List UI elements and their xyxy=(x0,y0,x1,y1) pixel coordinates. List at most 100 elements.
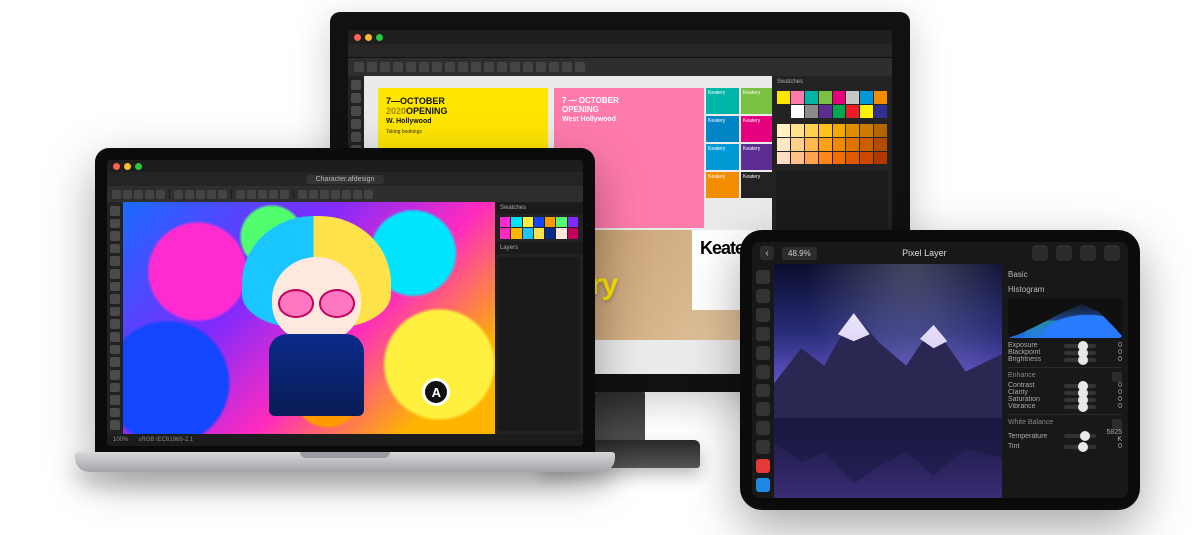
menu-bar[interactable] xyxy=(348,44,892,58)
slider-brightness[interactable]: Brightness0 xyxy=(1008,356,1122,363)
corner-button[interactable] xyxy=(145,190,154,199)
distribute-button[interactable] xyxy=(549,62,559,72)
layers-panel[interactable] xyxy=(498,257,580,431)
swatch[interactable] xyxy=(833,105,846,118)
traffic-lights[interactable] xyxy=(354,34,383,41)
slider-track[interactable] xyxy=(1064,391,1096,395)
search-icon[interactable] xyxy=(1080,245,1096,261)
gradient-button[interactable] xyxy=(445,62,455,72)
brand-swatch[interactable]: Keatery xyxy=(706,144,739,170)
zoom-indicator[interactable]: 48.9% xyxy=(782,247,817,260)
text-tool[interactable] xyxy=(756,440,770,454)
artboard-tool[interactable] xyxy=(110,395,120,405)
mask-icon[interactable] xyxy=(1056,245,1072,261)
slider-track[interactable] xyxy=(1064,434,1096,438)
swatch[interactable] xyxy=(523,217,533,227)
swatch[interactable] xyxy=(819,124,832,137)
artboard-swatches-a[interactable]: KeateryKeateryKeateryKeateryKeateryKeate… xyxy=(706,88,772,198)
swatch[interactable] xyxy=(874,105,887,118)
minimize-icon[interactable] xyxy=(124,163,131,170)
zoom-button[interactable] xyxy=(269,190,278,199)
document-tab[interactable]: Character.afdesign xyxy=(107,172,583,186)
select-button[interactable] xyxy=(112,190,121,199)
brand-swatch[interactable]: Keatery xyxy=(741,144,772,170)
swatch[interactable] xyxy=(860,91,873,104)
pen-button[interactable] xyxy=(419,62,429,72)
boolean-subtract-button[interactable] xyxy=(342,190,351,199)
pencil-button[interactable] xyxy=(174,190,183,199)
crop-button[interactable] xyxy=(258,190,267,199)
slider-clarity[interactable]: Clarity0 xyxy=(1008,389,1122,396)
align-center-button[interactable] xyxy=(523,62,533,72)
node-tool[interactable] xyxy=(110,219,120,229)
swatch[interactable] xyxy=(860,138,873,151)
swatch[interactable] xyxy=(833,138,846,151)
boolean-intersect-button[interactable] xyxy=(353,190,362,199)
artboard-tool[interactable] xyxy=(351,93,361,103)
traffic-lights[interactable] xyxy=(113,163,142,170)
boolean-add-button[interactable] xyxy=(331,190,340,199)
swatch[interactable] xyxy=(500,217,510,227)
move-tool[interactable] xyxy=(756,270,770,284)
export-button[interactable] xyxy=(497,62,507,72)
rectangle-tool[interactable] xyxy=(110,319,120,329)
swatch[interactable] xyxy=(833,91,846,104)
swatch[interactable] xyxy=(860,105,873,118)
move-button[interactable] xyxy=(123,190,132,199)
vector-brush-tool[interactable] xyxy=(110,269,120,279)
swatch[interactable] xyxy=(846,91,859,104)
brush-button[interactable] xyxy=(185,190,194,199)
select-button[interactable] xyxy=(354,62,364,72)
swatch[interactable] xyxy=(777,152,790,165)
color-bg-tool[interactable] xyxy=(756,478,770,492)
close-icon[interactable] xyxy=(354,34,361,41)
dodge-tool[interactable] xyxy=(756,384,770,398)
swatch[interactable] xyxy=(511,228,521,238)
swatch[interactable] xyxy=(545,228,555,238)
pencil-tool[interactable] xyxy=(351,119,361,129)
slider-exposure[interactable]: Exposure0 xyxy=(1008,342,1122,349)
pen-tool[interactable] xyxy=(110,231,120,241)
selection-tool[interactable] xyxy=(756,289,770,303)
swatch[interactable] xyxy=(534,217,544,227)
swatch[interactable] xyxy=(874,124,887,137)
slider-tint[interactable]: Tint0 xyxy=(1008,443,1122,450)
slider-track[interactable] xyxy=(1064,405,1096,409)
node-button[interactable] xyxy=(134,190,143,199)
pencil-tool[interactable] xyxy=(110,244,120,254)
slider-blackpoint[interactable]: Blackpoint0 xyxy=(1008,349,1122,356)
swatch[interactable] xyxy=(777,91,790,104)
boolean-xor-button[interactable] xyxy=(364,190,373,199)
swatch[interactable] xyxy=(777,105,790,118)
slider-track[interactable] xyxy=(1064,344,1096,348)
zoom-icon[interactable] xyxy=(135,163,142,170)
fill-button[interactable] xyxy=(196,190,205,199)
slider-vibrance[interactable]: Vibrance0 xyxy=(1008,403,1122,410)
rounded-rect-tool[interactable] xyxy=(110,345,120,355)
ungroup-button[interactable] xyxy=(575,62,585,72)
swatch[interactable] xyxy=(874,91,887,104)
clone-tool[interactable] xyxy=(756,346,770,360)
swatch[interactable] xyxy=(545,217,555,227)
zoom-icon[interactable] xyxy=(376,34,383,41)
text-tool[interactable] xyxy=(110,383,120,393)
canvas[interactable] xyxy=(774,264,1002,498)
swatch[interactable] xyxy=(805,138,818,151)
slider-track[interactable] xyxy=(1064,384,1096,388)
gradient-button[interactable] xyxy=(207,190,216,199)
crop-tool[interactable] xyxy=(756,308,770,322)
swatch[interactable] xyxy=(819,105,832,118)
slider-knob[interactable] xyxy=(1078,355,1088,365)
swatch[interactable] xyxy=(805,91,818,104)
swatches-orange-grid[interactable] xyxy=(772,121,892,168)
brand-swatch[interactable]: Keatery xyxy=(741,172,772,198)
swatch[interactable] xyxy=(874,138,887,151)
slider-knob[interactable] xyxy=(1080,431,1090,441)
node-button[interactable] xyxy=(367,62,377,72)
group-enhance[interactable]: Enhance xyxy=(1008,367,1122,382)
slider-saturation[interactable]: Saturation0 xyxy=(1008,396,1122,403)
shape-button[interactable] xyxy=(247,190,256,199)
swatch[interactable] xyxy=(833,124,846,137)
group-button[interactable] xyxy=(562,62,572,72)
frame-button[interactable] xyxy=(393,62,403,72)
